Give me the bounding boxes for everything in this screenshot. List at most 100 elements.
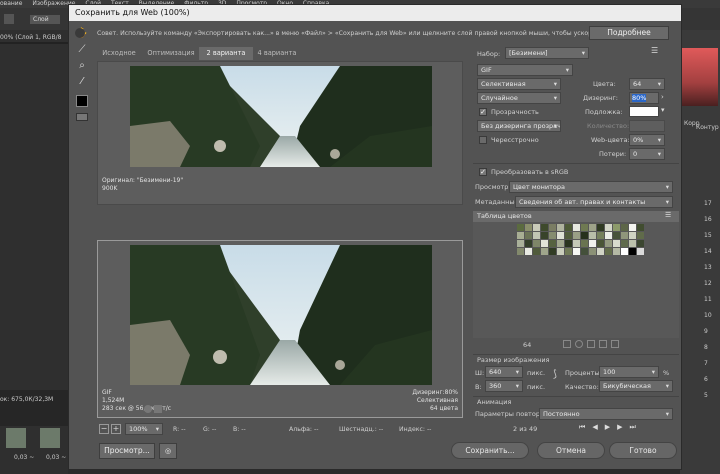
matte-chevron-icon[interactable]: ▾	[661, 106, 665, 114]
metadata-dropdown[interactable]: Сведения об авт. правах и контакты	[515, 196, 673, 208]
settings-menu-icon[interactable]: ☰	[651, 47, 671, 57]
trash-icon[interactable]	[611, 340, 619, 348]
color-table-menu-icon[interactable]: ☰	[665, 211, 671, 219]
done-button[interactable]: Готово	[609, 442, 677, 459]
map-to-transparent-icon[interactable]	[563, 340, 571, 348]
color-swatch[interactable]	[613, 248, 620, 255]
percent-input[interactable]: 100	[599, 366, 659, 378]
color-swatch[interactable]	[525, 232, 532, 239]
color-swatch[interactable]	[533, 240, 540, 247]
color-swatch[interactable]	[581, 248, 588, 255]
color-reduction-dropdown[interactable]: Селективная	[477, 78, 561, 90]
constrain-proportions-icon[interactable]: ⟆	[553, 369, 561, 389]
dither-input[interactable]: 80%	[629, 92, 659, 104]
color-swatch[interactable]	[549, 224, 556, 231]
zoom-out-button[interactable]: −	[99, 424, 109, 434]
cancel-button[interactable]: Отмена	[537, 442, 605, 459]
color-swatch[interactable]	[621, 224, 628, 231]
color-picker-field[interactable]	[682, 48, 718, 106]
slice-select-tool-icon[interactable]: ⟋	[75, 43, 89, 57]
layer-number[interactable]: 15	[704, 232, 712, 239]
color-swatch[interactable]	[549, 232, 556, 239]
frame-time[interactable]: 0,03 ~	[14, 454, 34, 461]
timeline-frame-thumbnail[interactable]	[6, 428, 26, 448]
menu-item[interactable]: ование	[0, 0, 22, 7]
color-swatch[interactable]	[557, 248, 564, 255]
color-swatch[interactable]	[517, 224, 524, 231]
color-swatch[interactable]	[637, 248, 644, 255]
color-swatch[interactable]	[629, 232, 636, 239]
color-swatch[interactable]	[621, 248, 628, 255]
layer-dropdown[interactable]: Слой	[30, 15, 60, 24]
layer-number[interactable]: 12	[704, 280, 712, 287]
layer-number[interactable]: 14	[704, 248, 712, 255]
color-palette-grid[interactable]	[517, 224, 645, 256]
transparency-dither-dropdown[interactable]: Без дизеринга прозрачн.	[477, 120, 561, 132]
optimized-preview-pane[interactable]: GIF 1,524M 283 сек @ 56,6 кбит/с Дизерин…	[97, 240, 463, 418]
color-swatch[interactable]	[581, 224, 588, 231]
timeline-frame-thumbnail[interactable]	[40, 428, 60, 448]
last-frame-icon[interactable]: ⏭	[629, 423, 642, 431]
web-snap-input[interactable]: 0%	[629, 134, 665, 146]
color-swatch[interactable]	[517, 232, 524, 239]
play-icon[interactable]: ▶	[605, 423, 617, 431]
tab-2-up[interactable]: 2 варианта	[199, 47, 253, 60]
color-swatch[interactable]	[613, 240, 620, 247]
lock-color-icon[interactable]	[587, 340, 595, 348]
color-swatch[interactable]	[557, 232, 564, 239]
eyedropper-color-swatch[interactable]	[76, 95, 88, 107]
color-swatch[interactable]	[621, 240, 628, 247]
tab-4-up[interactable]: 4 варианта	[253, 47, 301, 60]
zoom-dropdown[interactable]: 100%	[125, 423, 163, 435]
color-swatch[interactable]	[541, 232, 548, 239]
color-swatch[interactable]	[557, 224, 564, 231]
color-swatch[interactable]	[557, 240, 564, 247]
toggle-slices-icon[interactable]	[76, 113, 88, 121]
color-swatch[interactable]	[597, 240, 604, 247]
next-frame-icon[interactable]: ▶	[617, 423, 629, 431]
color-swatch[interactable]	[589, 240, 596, 247]
color-swatch[interactable]	[533, 248, 540, 255]
color-swatch[interactable]	[629, 224, 636, 231]
color-swatch[interactable]	[573, 248, 580, 255]
color-swatch[interactable]	[565, 240, 572, 247]
color-swatch[interactable]	[573, 232, 580, 239]
doc-tab[interactable]: 00% (Слой 1, RGB/8	[0, 34, 62, 41]
panel-tab[interactable]: Контур	[696, 124, 719, 131]
tool-preset-icon[interactable]	[4, 14, 14, 24]
more-info-button[interactable]: Подробнее	[589, 26, 669, 40]
lossy-input[interactable]: 0	[629, 148, 665, 160]
layer-number[interactable]: 16	[704, 216, 712, 223]
tab-original[interactable]: Исходное	[97, 47, 141, 60]
convert-srgb-checkbox[interactable]: ✓	[479, 168, 487, 176]
layer-number[interactable]: 8	[704, 344, 708, 351]
color-swatch[interactable]	[597, 232, 604, 239]
width-input[interactable]: 640	[485, 366, 523, 378]
color-swatch[interactable]	[613, 232, 620, 239]
color-swatch[interactable]	[629, 248, 636, 255]
format-dropdown[interactable]: GIF	[477, 64, 573, 76]
animation-controls[interactable]: ⏮◀▶▶⏭	[579, 423, 643, 432]
loop-options-dropdown[interactable]: Постоянно	[539, 408, 673, 420]
color-swatch[interactable]	[581, 232, 588, 239]
color-swatch[interactable]	[597, 248, 604, 255]
layer-number[interactable]: 5	[704, 392, 708, 399]
zoom-tool-icon[interactable]: ⌕	[75, 59, 89, 73]
layer-number[interactable]: 7	[704, 360, 708, 367]
transparency-checkbox[interactable]: ✓	[479, 108, 487, 116]
color-swatch[interactable]	[565, 248, 572, 255]
original-preview-pane[interactable]: Оригинал: "Безимени-19" 900K	[97, 61, 463, 205]
zoom-in-button[interactable]: +	[111, 424, 121, 434]
color-swatch[interactable]	[605, 232, 612, 239]
color-swatch[interactable]	[637, 240, 644, 247]
color-swatch[interactable]	[517, 240, 524, 247]
color-swatch[interactable]	[565, 224, 572, 231]
interlaced-checkbox[interactable]	[479, 136, 487, 144]
amount-input[interactable]	[629, 120, 665, 132]
eyedropper-tool-icon[interactable]: ⁄	[75, 75, 89, 89]
dither-chevron-icon[interactable]: ›	[661, 93, 664, 101]
color-swatch[interactable]	[637, 232, 644, 239]
color-swatch[interactable]	[589, 248, 596, 255]
web-shift-icon[interactable]	[575, 340, 583, 348]
color-swatch[interactable]	[525, 248, 532, 255]
